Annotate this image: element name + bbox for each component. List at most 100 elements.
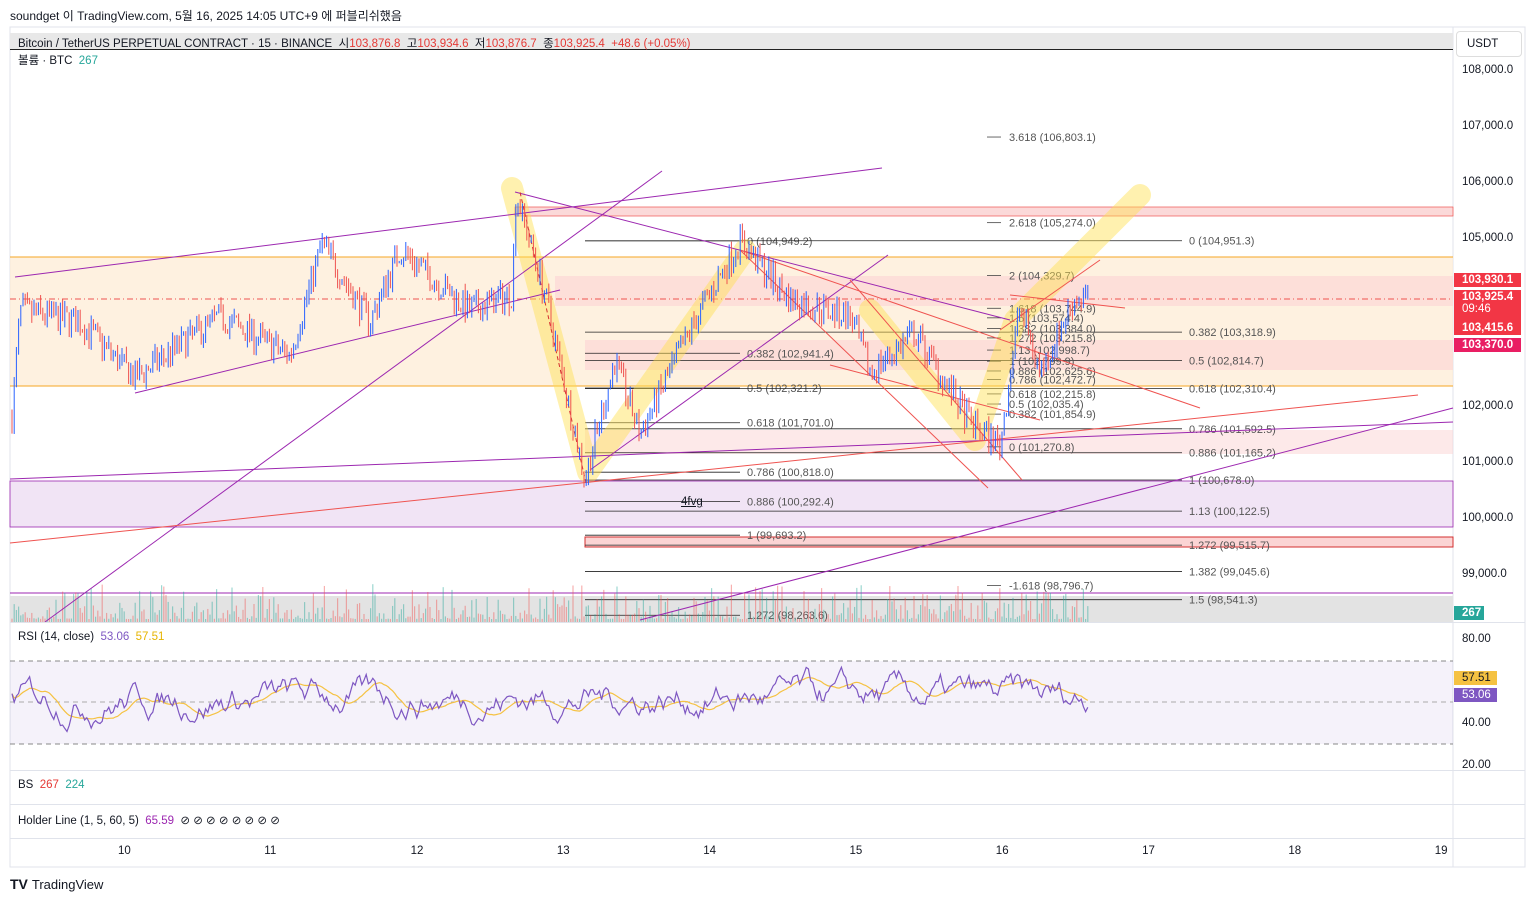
volume-bar	[810, 612, 812, 622]
volume-bar	[957, 586, 959, 622]
volume-bar	[524, 610, 526, 622]
rsi-legend[interactable]: RSI (14, close) 53.06 57.51	[18, 631, 164, 643]
volume-bar	[110, 614, 112, 622]
rsi-ma-value: 57.51	[135, 631, 165, 643]
volume-bar	[935, 614, 937, 622]
volume-bar	[383, 613, 385, 622]
volume-bar	[275, 612, 277, 622]
volume-bar	[253, 604, 255, 622]
fib-label: 1.272 (98,263.6)	[747, 610, 828, 622]
volume-bar	[442, 587, 444, 622]
volume-bar	[92, 605, 94, 622]
volume-bar	[889, 586, 891, 622]
volume-bar	[572, 585, 574, 622]
volume-bar	[625, 596, 627, 622]
volume-bar	[933, 609, 935, 622]
volume-bar	[865, 614, 867, 622]
volume-bar	[748, 594, 750, 622]
volume-bar	[893, 598, 895, 622]
fib-label: 0.5 (102,814.7)	[1189, 355, 1264, 367]
volume-bar	[427, 591, 429, 622]
volume-bar	[143, 609, 145, 622]
volume-bar	[84, 606, 86, 622]
volume-bar	[462, 610, 464, 622]
volume-bar	[460, 614, 462, 622]
rsi-tick: 40.00	[1462, 717, 1491, 729]
volume-bar	[1047, 592, 1049, 622]
currency-button[interactable]: USDT	[1456, 31, 1522, 57]
volume-bar	[759, 591, 761, 622]
volume-bar	[183, 591, 185, 622]
bar-countdown: 09:46	[1462, 303, 1491, 315]
volume-bar	[451, 589, 453, 622]
volume-bar	[821, 588, 823, 622]
volume-bar	[363, 613, 365, 622]
volume-bar	[711, 588, 713, 622]
volume-bar	[851, 613, 853, 622]
fib-label: 2.618 (105,274.0)	[1009, 218, 1096, 230]
volume-bar	[777, 585, 779, 622]
holder-legend[interactable]: Holder Line (1, 5, 60, 5) 65.59 ⊘ ⊘ ⊘ ⊘ …	[18, 813, 280, 827]
rsi-badge: 53.06	[1454, 688, 1497, 702]
price-badge-3: 103,415.6	[1454, 321, 1521, 335]
volume-bar	[101, 584, 103, 622]
volume-bar	[345, 589, 347, 622]
volume-bar	[422, 613, 424, 622]
volume-bar	[1038, 613, 1040, 622]
volume-bar	[233, 611, 235, 622]
volume-bar	[504, 614, 506, 622]
volume-bar	[273, 597, 275, 622]
volume-value: 267	[78, 55, 98, 67]
volume-bar	[519, 612, 521, 622]
volume-bar	[818, 604, 820, 622]
rsi-plot	[10, 660, 1453, 745]
volume-bar	[513, 597, 515, 622]
volume-bar	[1056, 614, 1058, 622]
fib-label: 0.618 (102,310.4)	[1189, 384, 1276, 396]
price-tick: 100,000.0	[1462, 512, 1514, 524]
rsi-label: RSI (14, close)	[18, 631, 95, 643]
volume-bar	[931, 613, 933, 622]
volume-bar	[1023, 614, 1025, 622]
volume-bar	[48, 607, 50, 622]
volume-bar	[917, 614, 919, 622]
volume-bar	[605, 613, 607, 622]
volume-bar	[530, 614, 532, 622]
volume-bar	[1027, 610, 1029, 622]
volume-bar	[803, 591, 805, 622]
bs-legend[interactable]: BS 267 224	[18, 779, 85, 791]
symbol-legend[interactable]: Bitcoin / TetherUS PERPETUAL CONTRACT · …	[10, 33, 1453, 50]
volume-bar	[370, 608, 372, 622]
tradingview-logo[interactable]: TV TradingView	[10, 876, 103, 892]
volume-bar	[200, 612, 202, 622]
volume-bar	[785, 606, 787, 622]
volume-bar	[348, 609, 350, 622]
symbol-name[interactable]: Bitcoin / TetherUS PERPETUAL CONTRACT · …	[18, 38, 332, 50]
volume-bar	[548, 614, 550, 622]
volume-bar	[161, 585, 163, 622]
volume-bar	[618, 614, 620, 622]
fib-label: 1.272 (103,215.8)	[1009, 333, 1096, 345]
time-tick: 19	[1434, 845, 1448, 857]
chart-canvas[interactable]: 0 (104,949.2)0.382 (102,941.4)0.5 (102,3…	[0, 0, 1535, 901]
volume-bar	[814, 608, 816, 622]
volume-bar	[823, 609, 825, 622]
volume-bar	[222, 612, 224, 622]
change-value: +48.6 (+0.05%)	[611, 38, 691, 50]
volume-bar	[634, 613, 636, 622]
volume-bar	[836, 615, 838, 622]
volume-bar	[499, 610, 501, 622]
volume-bar	[1065, 593, 1067, 622]
volume-legend[interactable]: 볼륨 · BTC 267	[18, 52, 98, 68]
volume-bar	[565, 606, 567, 622]
volume-bar	[323, 585, 325, 622]
volume-bar	[403, 604, 405, 622]
volume-bar	[884, 614, 886, 622]
volume-bar	[114, 613, 116, 622]
volume-bar	[139, 591, 141, 622]
volume-bar	[1043, 591, 1045, 622]
volume-bar	[959, 609, 961, 622]
bs-value-1: 267	[39, 779, 59, 791]
volume-bar	[123, 611, 125, 622]
fvg-annotation[interactable]: 4fvg	[681, 496, 703, 508]
